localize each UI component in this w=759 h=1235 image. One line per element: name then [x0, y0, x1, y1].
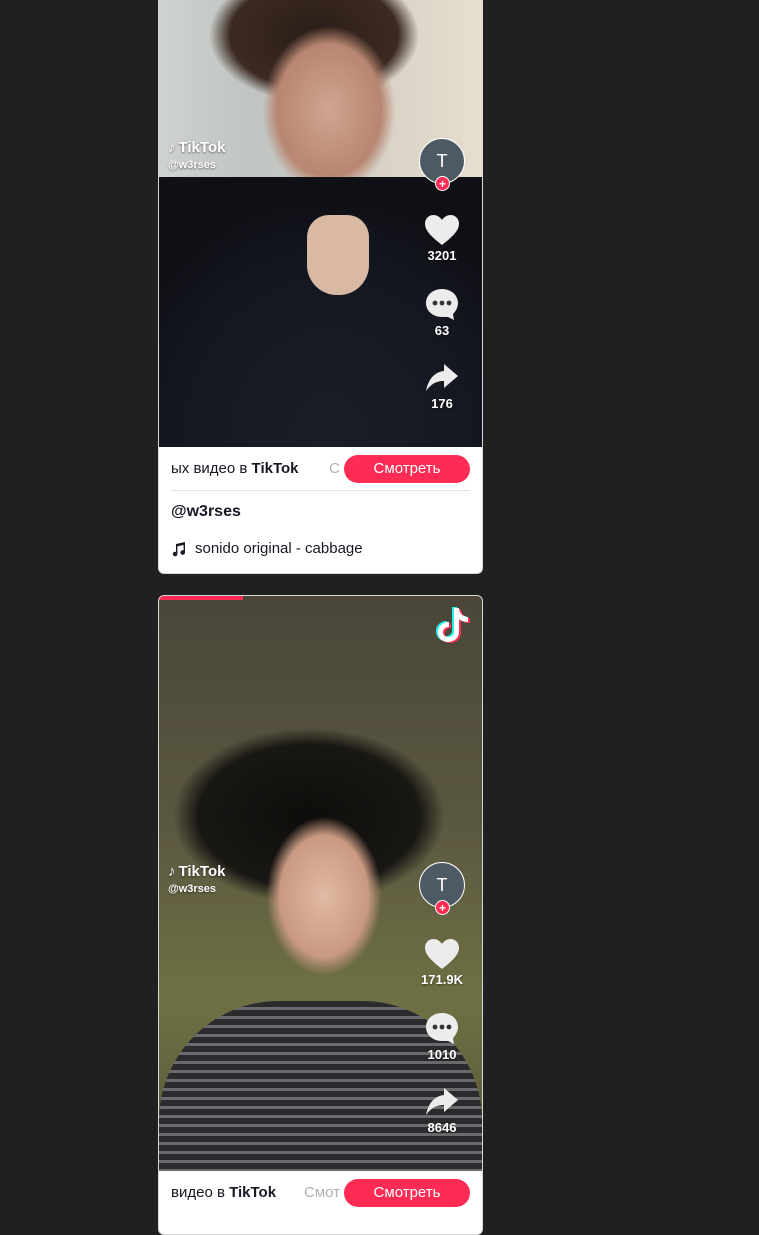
like-button[interactable]: 3201	[417, 214, 467, 263]
share-count: 176	[431, 396, 453, 411]
cta-text: ых видео в TikTok	[171, 460, 299, 477]
tiktok-embed-card-1: ♪ TikTok @w3rses T + 3201 63 176 ых виде…	[158, 0, 483, 574]
comment-count: 63	[434, 323, 450, 338]
heart-icon	[425, 939, 459, 969]
watermark-handle: @w3rses	[168, 883, 217, 895]
cta-bar: видео в TikTok Смот Смотреть	[159, 1171, 482, 1215]
comment-icon	[426, 1013, 458, 1044]
like-button[interactable]: 171.9K	[417, 938, 467, 987]
tiktok-note-icon: ♪	[168, 863, 176, 880]
avatar[interactable]: T +	[419, 862, 465, 915]
progress-bar	[159, 596, 243, 600]
music-note-icon	[172, 541, 186, 556]
share-icon	[426, 1088, 458, 1115]
author-handle-link[interactable]: @w3rses	[171, 503, 241, 521]
share-icon	[426, 364, 458, 391]
follow-plus-icon[interactable]: +	[435, 900, 450, 915]
comment-count: 1010	[427, 1047, 457, 1062]
action-rail: T + 3201 63 176	[417, 138, 467, 411]
video-player[interactable]: ♪ TikTok @w3rses T + 171.9K 1010 8646	[159, 596, 482, 1171]
like-count: 171.9K	[421, 972, 463, 987]
watch-button[interactable]: Смотреть	[344, 455, 470, 483]
action-rail: T + 171.9K 1010 8646	[417, 862, 467, 1135]
cta-bar: ых видео в TikTok С Смотреть	[159, 447, 482, 491]
like-count: 3201	[427, 248, 457, 263]
share-button[interactable]: 176	[417, 362, 467, 411]
share-count: 8646	[427, 1120, 457, 1135]
avatar[interactable]: T +	[419, 138, 465, 191]
watermark-handle: @w3rses	[168, 159, 217, 171]
share-button[interactable]: 8646	[417, 1086, 467, 1135]
comment-button[interactable]: 1010	[417, 1011, 467, 1062]
heart-icon	[425, 215, 459, 245]
comment-button[interactable]: 63	[417, 287, 467, 338]
brand-name: TikTok	[178, 863, 226, 880]
cta-ghost-text: Смот	[304, 1184, 341, 1201]
divider	[171, 490, 470, 491]
brand-name: TikTok	[178, 139, 226, 156]
tiktok-embed-card-2: ♪ TikTok @w3rses T + 171.9K 1010 8646 ви…	[158, 595, 483, 1235]
music-link[interactable]: sonido original - cabbage	[171, 540, 363, 557]
cta-text: видео в TikTok	[171, 1184, 277, 1201]
tiktok-logo-icon[interactable]	[434, 604, 472, 651]
avatar-letter: T	[436, 151, 448, 171]
cta-ghost-text: С	[329, 460, 340, 477]
follow-plus-icon[interactable]: +	[435, 176, 450, 191]
avatar-letter: T	[436, 875, 448, 895]
comment-icon	[426, 289, 458, 320]
tiktok-watermark: ♪ TikTok @w3rses	[168, 139, 225, 171]
video-player[interactable]: ♪ TikTok @w3rses T + 3201 63 176	[159, 0, 482, 447]
watch-button[interactable]: Смотреть	[344, 1179, 470, 1207]
tiktok-watermark: ♪ TikTok @w3rses	[168, 863, 225, 895]
music-title: sonido original - cabbage	[195, 540, 363, 557]
tiktok-note-icon: ♪	[168, 139, 176, 156]
